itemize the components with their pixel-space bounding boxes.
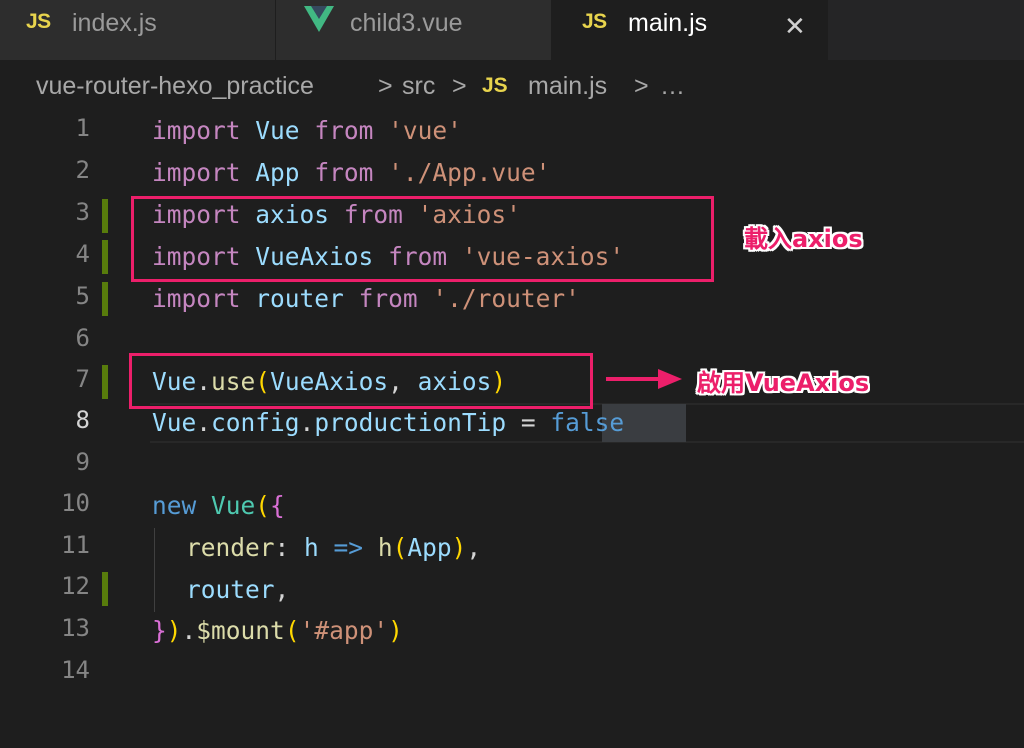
annotation-use-vueaxios: 啟用VueAxios — [697, 369, 870, 397]
modified-marker — [102, 282, 108, 316]
annotation-import-axios: 載入axios — [744, 225, 863, 253]
code-line-12[interactable]: router, — [186, 570, 289, 610]
line-number: 4 — [75, 240, 90, 268]
tab-index-js[interactable]: JS index.js — [0, 0, 276, 60]
modified-marker — [102, 365, 108, 399]
import-highlight-box — [131, 196, 714, 282]
js-icon: JS — [482, 74, 508, 97]
code-line-13[interactable]: }).$mount('#app') — [152, 611, 403, 651]
modified-marker — [102, 199, 108, 233]
code-line-10[interactable]: new Vue({ — [152, 486, 285, 526]
modified-marker — [102, 240, 108, 274]
line-number: 8 — [75, 406, 90, 434]
code-line-8[interactable]: Vue.config.productionTip = false — [152, 403, 624, 443]
tab-label: child3.vue — [350, 9, 463, 37]
code-line-5[interactable]: import router from './router' — [152, 279, 580, 319]
breadcrumb-sep: > — [452, 72, 467, 100]
line-number: 10 — [61, 489, 90, 517]
js-icon: JS — [26, 10, 51, 33]
use-highlight-box — [129, 353, 593, 409]
breadcrumb-folder[interactable]: src — [402, 72, 435, 101]
line-number: 13 — [61, 614, 90, 642]
tab-main-js[interactable]: JS main.js ✕ — [552, 0, 828, 60]
breadcrumb-sep: > — [634, 72, 649, 100]
line-number: 14 — [61, 656, 90, 684]
line-number: 2 — [75, 156, 90, 184]
code-line-11[interactable]: render: h => h(App), — [186, 528, 481, 568]
vue-icon — [304, 6, 334, 32]
line-number: 9 — [75, 448, 90, 476]
breadcrumb-more[interactable]: … — [660, 72, 685, 101]
tab-label: index.js — [72, 9, 157, 37]
tab-bar: JS index.js child3.vue JS main.js ✕ — [0, 0, 1024, 60]
line-number: 5 — [75, 282, 90, 310]
line-number: 6 — [75, 324, 90, 352]
code-line-1[interactable]: import Vue from 'vue' — [152, 111, 462, 151]
breadcrumb: vue-router-hexo_practice > src > JS main… — [0, 62, 1024, 112]
line-number: 12 — [61, 572, 90, 600]
close-icon[interactable]: ✕ — [784, 12, 806, 42]
tab-label: main.js — [628, 9, 708, 37]
arrow-icon — [606, 369, 682, 389]
tab-child3-vue[interactable]: child3.vue — [276, 0, 552, 60]
line-number: 1 — [75, 114, 90, 142]
js-icon: JS — [582, 10, 607, 33]
line-number: 7 — [75, 365, 90, 393]
line-number: 3 — [75, 198, 90, 226]
breadcrumb-project[interactable]: vue-router-hexo_practice — [36, 72, 314, 101]
code-line-2[interactable]: import App from './App.vue' — [152, 153, 550, 193]
breadcrumb-sep: > — [378, 72, 393, 100]
line-number: 11 — [61, 531, 90, 559]
breadcrumb-file[interactable]: main.js — [528, 72, 607, 101]
indent-guide — [154, 528, 155, 612]
modified-marker — [102, 572, 108, 606]
